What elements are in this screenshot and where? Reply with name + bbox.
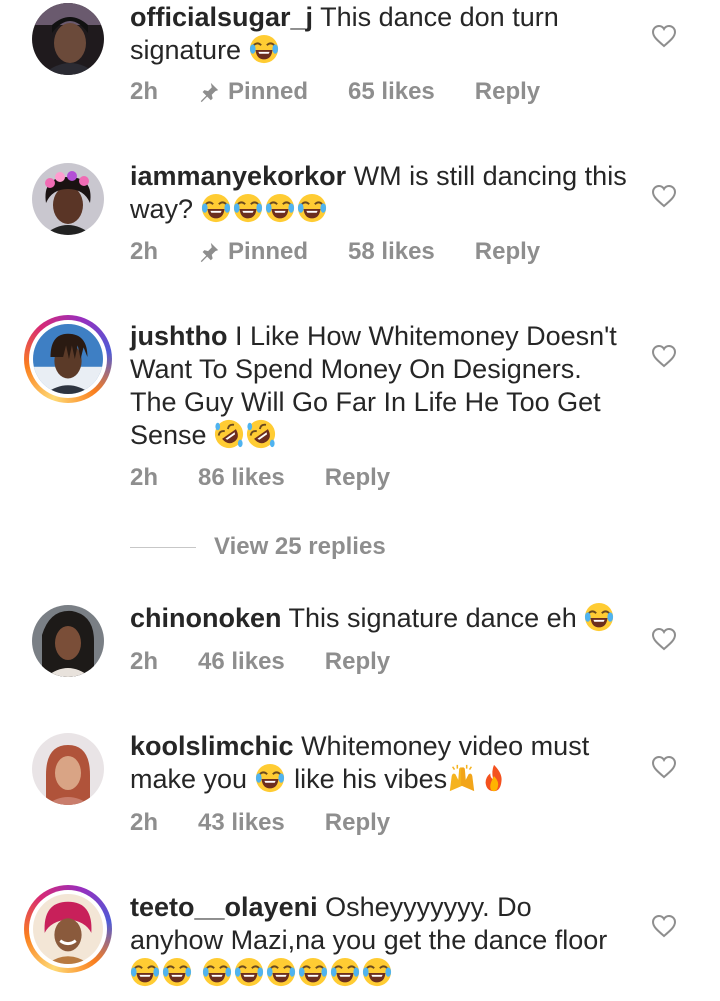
comment-text-part-2: like his vibes (294, 764, 448, 794)
username[interactable]: jushtho (130, 321, 227, 351)
avatar-story-ring[interactable] (24, 885, 112, 973)
like-heart-icon[interactable] (651, 344, 677, 368)
raising-hands-emoji-icon (447, 763, 477, 793)
avatar (33, 324, 103, 394)
avatar-image (32, 605, 104, 677)
avatar-image (32, 733, 104, 805)
pin-icon (198, 241, 220, 263)
username[interactable]: koolslimchic (130, 731, 294, 761)
replies-divider (130, 546, 196, 548)
username[interactable]: teeto__olayeni (130, 892, 318, 922)
timestamp: 2h (130, 78, 159, 105)
reply-button[interactable]: Reply (325, 809, 390, 837)
comment-meta: 2h 86 likes Reply (130, 463, 430, 493)
avatar-ring-inner (29, 320, 107, 398)
avatar-story-ring[interactable] (24, 315, 112, 403)
view-replies-button[interactable]: View 25 replies (130, 530, 386, 564)
like-heart-icon[interactable] (651, 184, 677, 208)
reply-button[interactable]: Reply (475, 238, 540, 266)
joy-emoji-icon (266, 957, 296, 987)
joy-emoji-icon (202, 957, 232, 987)
pin-icon (198, 81, 220, 103)
comment-body: officialsugar_j This dance don turn sign… (130, 1, 630, 67)
rofl-emoji-icon (214, 419, 244, 449)
avatar-ring-inner (29, 890, 107, 968)
comment-meta: 2h 43 likes Reply (130, 808, 430, 838)
joy-emoji-icon (234, 957, 264, 987)
likes-count[interactable]: 86 likes (198, 464, 285, 492)
comment-meta: 2h 46 likes Reply (130, 647, 430, 677)
likes-count[interactable]: 43 likes (198, 809, 285, 837)
joy-emoji-icon (330, 957, 360, 987)
comment-text: This signature dance eh (288, 603, 577, 633)
username[interactable]: chinonoken (130, 603, 282, 633)
avatar[interactable] (32, 163, 104, 235)
avatar (33, 894, 103, 964)
like-heart-icon[interactable] (651, 24, 677, 48)
likes-count[interactable]: 46 likes (198, 648, 285, 676)
view-replies-label[interactable]: View 25 replies (214, 533, 386, 561)
avatar[interactable] (32, 605, 104, 677)
likes-count[interactable]: 58 likes (348, 238, 435, 266)
likes-count[interactable]: 65 likes (348, 78, 435, 106)
pinned-label: Pinned (198, 78, 308, 106)
comment-body: teeto__olayeni Osheyyyyyyy. Do anyhow Ma… (130, 891, 630, 990)
joy-emoji-icon (297, 193, 327, 223)
timestamp: 2h (130, 238, 159, 265)
like-heart-icon[interactable] (651, 914, 677, 938)
joy-emoji-icon (249, 34, 279, 64)
joy-emoji-icon (298, 957, 328, 987)
joy-emoji-icon (362, 957, 392, 987)
timestamp: 2h (130, 648, 159, 675)
avatar-image (33, 894, 103, 964)
comment-body: iammanyekorkor WM is still dancing this … (130, 160, 630, 226)
pinned-label: Pinned (198, 238, 308, 266)
joy-emoji-icon (201, 193, 231, 223)
avatar-image (32, 3, 104, 75)
avatar[interactable] (32, 733, 104, 805)
comment-body: jushtho I Like How Whitemoney Doesn't Wa… (130, 320, 630, 452)
username[interactable]: officialsugar_j (130, 2, 313, 32)
reply-button[interactable]: Reply (475, 78, 540, 106)
fire-emoji-icon (479, 763, 509, 793)
reply-button[interactable]: Reply (325, 648, 390, 676)
reply-button[interactable]: Reply (325, 464, 390, 492)
like-heart-icon[interactable] (651, 627, 677, 651)
comment-meta: 2h Pinned 65 likes Reply (130, 77, 580, 107)
username[interactable]: iammanyekorkor (130, 161, 346, 191)
joy-emoji-icon (584, 602, 614, 632)
timestamp: 2h (130, 464, 159, 491)
comment-body: koolslimchic Whitemoney video must make … (130, 730, 630, 796)
comment-meta: 2h Pinned 58 likes Reply (130, 237, 580, 267)
avatar[interactable] (32, 3, 104, 75)
joy-emoji-icon (265, 193, 295, 223)
like-heart-icon[interactable] (651, 755, 677, 779)
rofl-emoji-icon (246, 419, 276, 449)
joy-emoji-icon (162, 957, 192, 987)
joy-emoji-icon (233, 193, 263, 223)
joy-emoji-icon (130, 957, 160, 987)
timestamp: 2h (130, 809, 159, 836)
comment-body: chinonoken This signature dance eh (130, 602, 630, 635)
avatar-image (32, 163, 104, 235)
avatar-image (33, 324, 103, 394)
joy-emoji-icon (255, 763, 285, 793)
